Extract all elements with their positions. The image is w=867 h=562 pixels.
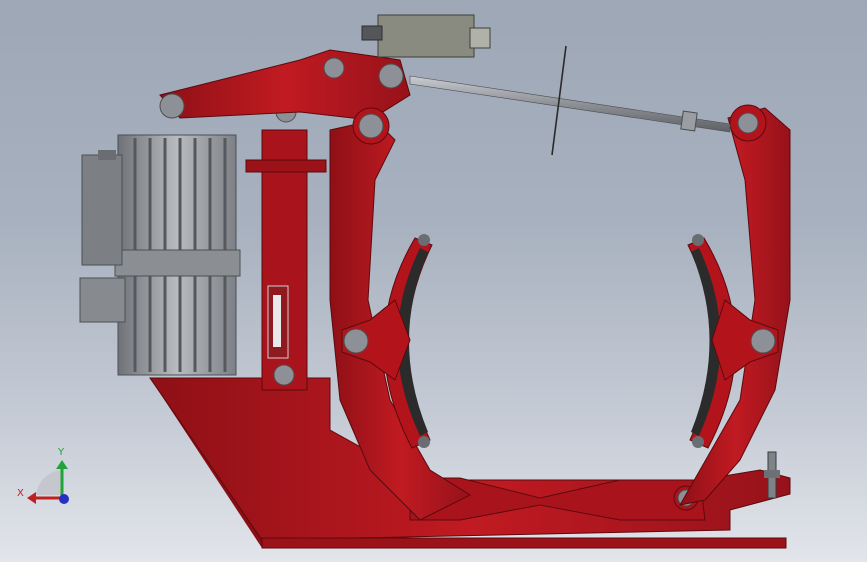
thruster-motor (79, 134, 241, 376)
graphics-viewport[interactable]: Y X (0, 0, 867, 562)
x-axis-label: X (17, 488, 24, 499)
limit-switch (361, 14, 491, 58)
z-axis (59, 494, 69, 504)
brake-assembly-model[interactable]: Y X (0, 0, 867, 562)
pull-rod (409, 45, 731, 156)
base-plate (149, 377, 791, 549)
y-axis-label: Y (57, 447, 65, 458)
thruster-column (245, 101, 327, 391)
coordinate-triad: Y X (17, 447, 69, 504)
